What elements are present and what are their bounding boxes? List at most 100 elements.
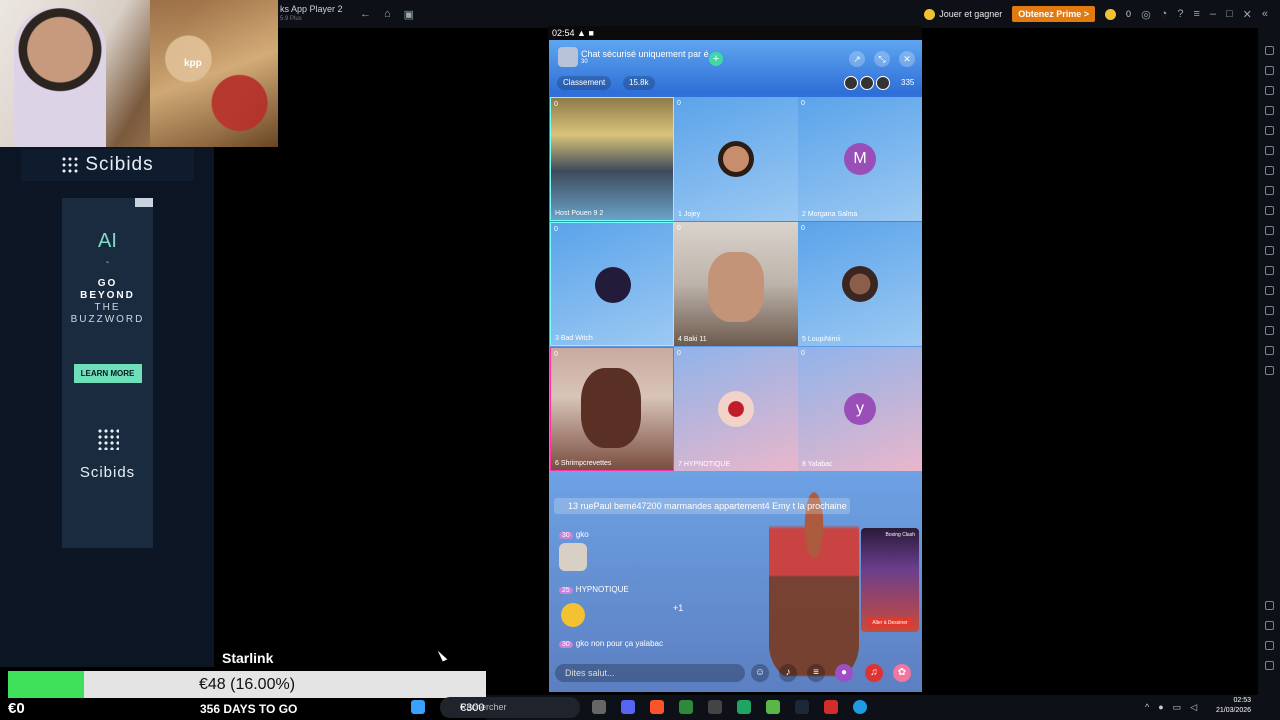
seat-7[interactable]: 0 7 HYPNOTIQUE: [674, 347, 798, 471]
emulator-sidebar: [1258, 28, 1280, 720]
minimize-room-icon[interactable]: ⤡: [874, 51, 890, 67]
gamepad-icon[interactable]: [1264, 106, 1274, 115]
goal-name: Starlink: [222, 650, 274, 666]
more-icon[interactable]: ≡: [807, 664, 825, 682]
chat-message[interactable]: 30 gko non pour ça yalabac: [559, 639, 663, 648]
close-icon[interactable]: ✕: [1243, 8, 1252, 21]
seat-name: 4 Baki 11: [678, 336, 707, 343]
learn-more-button[interactable]: LEARN MORE: [73, 364, 142, 383]
record-icon[interactable]: [1264, 226, 1274, 235]
keyboard-icon[interactable]: [1264, 86, 1274, 95]
room-title[interactable]: Chat sécurisé uniquement par é 30: [581, 49, 709, 65]
apk-icon[interactable]: [1264, 166, 1274, 175]
android-home-icon[interactable]: [1264, 641, 1274, 650]
viewer-avatar[interactable]: [876, 76, 890, 90]
emulator-version: 5.9 Plus: [280, 16, 302, 22]
coin-icon: [1105, 8, 1117, 20]
home-icon[interactable]: ⌂: [384, 8, 391, 21]
chat-message[interactable]: 25 HYPNOTIQUE: [559, 585, 629, 594]
emoji-icon[interactable]: ☺: [751, 664, 769, 682]
discord-icon[interactable]: [621, 700, 635, 714]
seat-name: 3 Bad Witch: [555, 335, 593, 342]
chat-input[interactable]: Dites salut...: [555, 664, 745, 682]
maximize-icon[interactable]: □: [1226, 8, 1233, 20]
seat-3[interactable]: 0 3 Bad Witch: [550, 222, 674, 346]
notification-icon[interactable]: ◔: [1161, 8, 1168, 20]
folder-icon[interactable]: [1264, 286, 1274, 295]
score-pill[interactable]: 15.8k: [623, 76, 655, 90]
settings-icon[interactable]: [1264, 601, 1274, 610]
ad-box[interactable]: AI - GO BEYOND THE BUZZWORD LEARN MORE S…: [62, 198, 153, 548]
spreadsheet-icon[interactable]: [737, 700, 751, 714]
viewer-avatar[interactable]: [844, 76, 858, 90]
android-recent-icon[interactable]: [1264, 661, 1274, 670]
eco-icon[interactable]: [1264, 306, 1274, 315]
room-avatar[interactable]: [558, 47, 578, 67]
microphone-icon[interactable]: ●: [1158, 702, 1163, 713]
ranking-pill[interactable]: Classement: [557, 76, 612, 90]
expand-icon[interactable]: «: [1262, 8, 1268, 20]
seat-8[interactable]: 0 y 8 Yalabac: [798, 347, 922, 471]
ad-line-2: BEYOND: [80, 290, 135, 301]
close-room-icon[interactable]: ✕: [899, 51, 915, 67]
seat-host[interactable]: 0 Host Pouen 9 2: [550, 97, 674, 221]
network-icon[interactable]: ▭: [1173, 702, 1182, 713]
windows-start-icon[interactable]: [411, 700, 425, 714]
youtube-icon[interactable]: [824, 700, 838, 714]
menu-icon[interactable]: ≡: [1193, 8, 1199, 20]
seat-6[interactable]: 0 6 Shrimpcrevettes: [550, 347, 674, 471]
back-icon[interactable]: ←: [360, 8, 371, 21]
refresh-icon[interactable]: [1264, 366, 1274, 375]
share-icon[interactable]: ↗: [849, 51, 865, 67]
viewer-avatars[interactable]: [844, 76, 890, 90]
viewer-count[interactable]: 335: [901, 78, 914, 87]
tabs-icon[interactable]: ▣: [404, 8, 414, 21]
game-icon[interactable]: ●: [835, 664, 853, 682]
seat-video: [708, 252, 764, 322]
ad-choices-icon[interactable]: [135, 198, 153, 207]
shake-icon[interactable]: [1264, 266, 1274, 275]
scibids-banner[interactable]: Scibids: [21, 149, 194, 181]
rotate-icon[interactable]: [1264, 126, 1274, 135]
seat-2[interactable]: 0 M 2 Morgana Salma: [798, 97, 922, 221]
mute-icon[interactable]: [1264, 66, 1274, 75]
chat-message[interactable]: 30 gko: [559, 530, 589, 539]
account-icon[interactable]: ◎: [1141, 8, 1151, 21]
game-card[interactable]: Boxing Clash Aller à Dessiner: [861, 528, 919, 632]
task-view-icon[interactable]: [592, 700, 606, 714]
volume-icon[interactable]: [1264, 46, 1274, 55]
android-back-icon[interactable]: [1264, 621, 1274, 630]
mic-icon[interactable]: ♪: [779, 664, 797, 682]
seat-1[interactable]: 0 1 Jojey: [674, 97, 798, 221]
gift-icon[interactable]: ✿: [893, 664, 911, 682]
steam-icon[interactable]: [795, 700, 809, 714]
user-level-badge: 30: [559, 641, 573, 648]
media-icon[interactable]: [1264, 246, 1274, 255]
announcement-banner[interactable]: 13 ruePaul bemé47200 marmandes apparteme…: [554, 498, 850, 514]
scibids-logo-icon: [96, 428, 119, 450]
app-icon[interactable]: [679, 700, 693, 714]
minimize-icon[interactable]: –: [1210, 8, 1216, 20]
screenshot-icon[interactable]: [1264, 206, 1274, 215]
bluestacks-icon[interactable]: [766, 700, 780, 714]
layers-icon[interactable]: [1264, 346, 1274, 355]
location-icon[interactable]: [1264, 326, 1274, 335]
edge-icon[interactable]: [853, 700, 867, 714]
taskbar-clock[interactable]: 02:53 21/03/2026: [1216, 696, 1251, 716]
game-play-button[interactable]: Aller à Dessiner: [867, 618, 913, 628]
volume-icon[interactable]: ◁: [1190, 702, 1197, 713]
follow-button[interactable]: +: [709, 52, 723, 66]
tray-chevron-icon[interactable]: ^: [1145, 702, 1149, 713]
play-and-win-button[interactable]: Jouer et gagner: [924, 8, 1002, 20]
help-icon[interactable]: ?: [1177, 8, 1183, 20]
seat-4[interactable]: 0 4 Baki 11: [674, 222, 798, 346]
sync-icon[interactable]: [1264, 146, 1274, 155]
music-icon[interactable]: ♫: [865, 664, 883, 682]
seat-coins: 0: [554, 226, 558, 233]
seat-5[interactable]: 0 5 LoupiNimii: [798, 222, 922, 346]
brave-icon[interactable]: [650, 700, 664, 714]
obs-icon[interactable]: [708, 700, 722, 714]
viewer-avatar[interactable]: [860, 76, 874, 90]
macro-icon[interactable]: [1264, 186, 1274, 195]
get-prime-button[interactable]: Obtenez Prime >: [1012, 6, 1096, 22]
